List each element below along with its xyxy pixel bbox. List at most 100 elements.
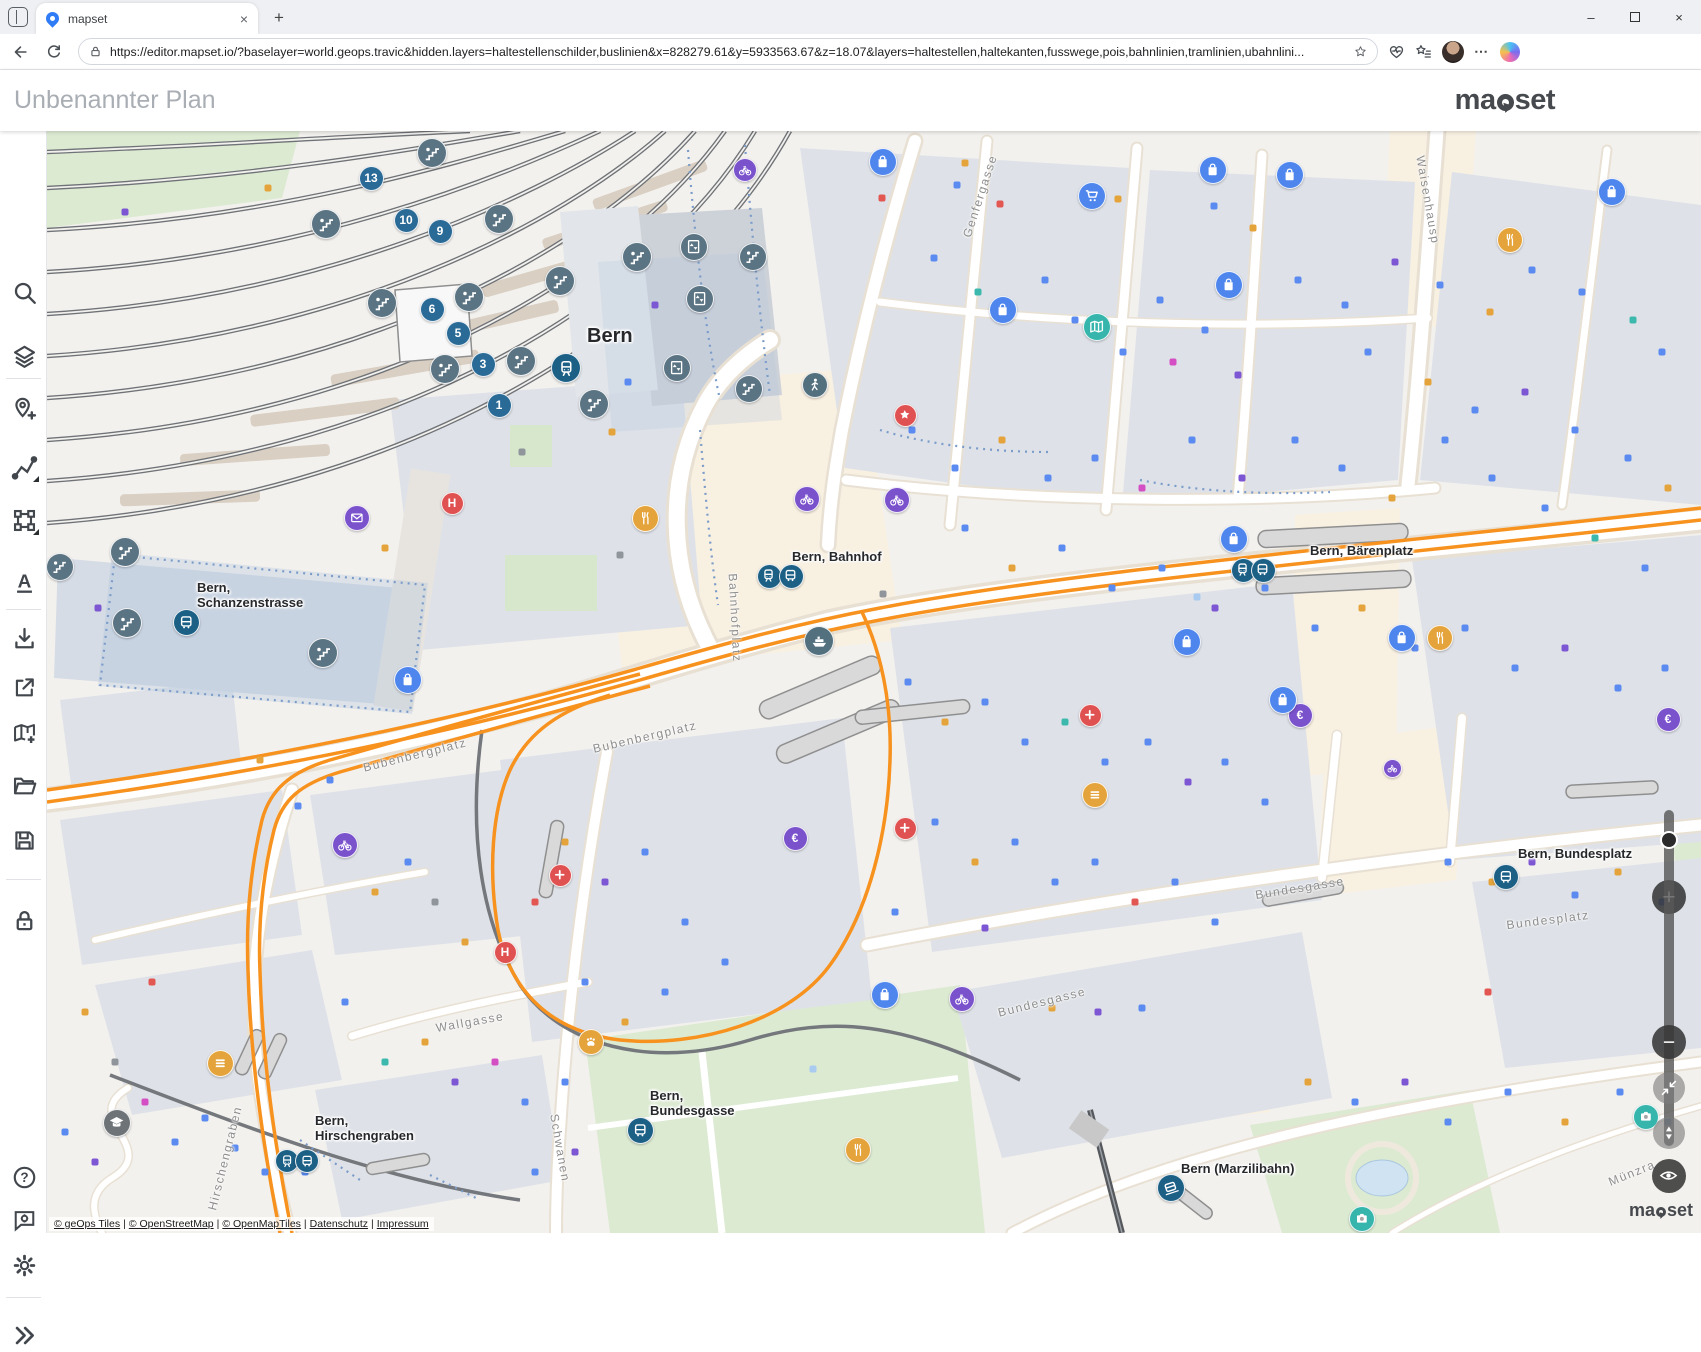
marker-fork-icon[interactable] <box>632 505 659 532</box>
marker-stairs-icon[interactable] <box>484 204 514 234</box>
platform-number-badge[interactable]: 1 <box>487 393 512 418</box>
marker-fork-icon[interactable] <box>845 1137 871 1163</box>
marker-bag-icon[interactable] <box>1388 624 1416 652</box>
marker-stairs-icon[interactable] <box>622 242 652 272</box>
marker-stairs-icon[interactable] <box>367 288 397 318</box>
marker-bag-icon[interactable] <box>1173 628 1201 656</box>
marker-stairs-icon[interactable] <box>308 638 338 668</box>
marker-funicular-icon[interactable] <box>1157 1174 1185 1202</box>
copilot-icon[interactable] <box>1500 42 1520 62</box>
marker-stairs-icon[interactable] <box>110 537 140 567</box>
favorites-hub-icon[interactable] <box>1415 43 1432 60</box>
marker-stairs-icon[interactable] <box>545 266 575 296</box>
marker-text-icon[interactable]: H <box>441 492 464 515</box>
tool-lock-button[interactable] <box>9 906 39 936</box>
marker-bag-icon[interactable] <box>989 296 1017 324</box>
url-bar[interactable]: https://editor.mapset.io/?baselayer=worl… <box>78 38 1378 65</box>
window-close-button[interactable]: × <box>1657 0 1701 34</box>
back-button[interactable] <box>6 38 34 66</box>
marker-cart-icon[interactable] <box>1078 182 1106 210</box>
window-minimize-button[interactable]: – <box>1569 0 1613 34</box>
marker-fork-icon[interactable] <box>1427 625 1453 651</box>
platform-number-badge[interactable]: 9 <box>428 219 453 244</box>
tool-help-button[interactable] <box>9 1163 39 1193</box>
platform-number-badge[interactable]: 3 <box>471 352 496 377</box>
marker-burger-icon[interactable] <box>207 1050 234 1077</box>
marker-mail-icon[interactable] <box>344 505 370 531</box>
marker-bus-icon[interactable] <box>1251 558 1276 583</box>
marker-text-icon[interactable]: H <box>494 941 517 964</box>
marker-stairs-icon[interactable] <box>112 608 142 638</box>
marker-stairs-icon[interactable] <box>739 243 767 271</box>
marker-bike-icon[interactable] <box>733 158 757 182</box>
platform-number-badge[interactable]: 6 <box>420 297 445 322</box>
platform-number-badge[interactable]: 5 <box>446 321 471 346</box>
marker-bag-icon[interactable] <box>1220 525 1248 553</box>
marker-fork-icon[interactable] <box>1497 227 1523 253</box>
marker-bag-icon[interactable] <box>394 666 422 694</box>
platform-number-badge[interactable]: 13 <box>359 166 384 191</box>
tool-settings-button[interactable] <box>9 1251 39 1281</box>
collapse-controls-button[interactable] <box>1653 1072 1685 1104</box>
tab-actions-icon[interactable] <box>8 7 28 27</box>
marker-plus-icon[interactable] <box>1079 704 1102 727</box>
marker-bus-icon[interactable] <box>627 1117 654 1144</box>
zoom-slider-handle[interactable] <box>1660 831 1678 849</box>
marker-bag-icon[interactable] <box>871 981 899 1009</box>
marker-elevator-icon[interactable] <box>680 233 708 261</box>
tool-polygon-button[interactable] <box>9 506 39 536</box>
marker-burger-icon[interactable] <box>1082 782 1108 808</box>
new-tab-button[interactable]: + <box>268 7 290 29</box>
tool-save-button[interactable] <box>9 826 39 856</box>
marker-bus-icon[interactable] <box>173 609 200 636</box>
visibility-eye-button[interactable] <box>1652 1159 1686 1193</box>
tool-pin-add-button[interactable] <box>9 394 39 424</box>
marker-bag-icon[interactable] <box>869 148 897 176</box>
marker-bike-icon[interactable] <box>884 487 910 513</box>
tool-share-button[interactable] <box>9 673 39 703</box>
marker-bag-icon[interactable] <box>1276 161 1304 189</box>
marker-bag-icon[interactable] <box>1215 271 1243 299</box>
attribution-link[interactable]: © OpenMapTiles <box>222 1218 301 1230</box>
marker-bike-icon[interactable] <box>1383 759 1402 778</box>
tool-layers-button[interactable] <box>9 342 39 372</box>
marker-stairs-icon[interactable] <box>47 553 74 581</box>
platform-number-badge[interactable]: 10 <box>394 208 419 233</box>
marker-bus-icon[interactable] <box>1493 864 1519 890</box>
tool-text-button[interactable] <box>9 568 39 598</box>
marker-stairs-icon[interactable] <box>430 354 460 384</box>
marker-camera-icon[interactable] <box>1349 1206 1375 1232</box>
marker-person-icon[interactable] <box>802 372 828 398</box>
marker-stairs-icon[interactable] <box>454 282 484 312</box>
refresh-button[interactable] <box>40 38 68 66</box>
map-canvas[interactable]: €€€HH131096531BernBern, BahnhofBern,Scha… <box>47 131 1701 1233</box>
marker-paw-icon[interactable] <box>578 1029 604 1055</box>
profile-avatar[interactable] <box>1442 41 1464 63</box>
marker-text-icon[interactable]: € <box>783 826 808 851</box>
marker-text-icon[interactable]: € <box>1656 707 1681 732</box>
marker-bag-icon[interactable] <box>1199 156 1227 184</box>
browser-menu-icon[interactable]: ⋯ <box>1474 43 1490 60</box>
marker-stairs-icon[interactable] <box>579 389 609 419</box>
marker-grad-icon[interactable] <box>103 1109 131 1137</box>
browser-essentials-icon[interactable] <box>1388 43 1405 60</box>
tool-map-add-button[interactable] <box>9 719 39 749</box>
window-maximize-button[interactable] <box>1613 0 1657 34</box>
marker-bus-icon[interactable] <box>295 1149 319 1173</box>
marker-star-icon[interactable] <box>894 404 917 427</box>
marker-ship-icon[interactable] <box>804 626 834 656</box>
marker-bike-icon[interactable] <box>794 486 820 512</box>
marker-stairs-icon[interactable] <box>417 138 447 168</box>
attribution-link[interactable]: © geOps Tiles <box>54 1218 120 1230</box>
plan-title-input[interactable]: Unbenannter Plan <box>14 86 216 115</box>
tool-feedback-button[interactable] <box>9 1206 39 1236</box>
bookmark-star-icon[interactable] <box>1354 45 1367 58</box>
marker-stairs-icon[interactable] <box>311 209 341 239</box>
marker-bag-icon[interactable] <box>1598 178 1626 206</box>
marker-elevator-icon[interactable] <box>686 285 714 313</box>
marker-stairs-icon[interactable] <box>735 375 763 403</box>
marker-train-icon[interactable] <box>757 564 782 589</box>
marker-stairs-icon[interactable] <box>506 346 536 376</box>
zoom-out-button[interactable]: − <box>1652 1025 1686 1059</box>
marker-plus-icon[interactable] <box>894 817 917 840</box>
